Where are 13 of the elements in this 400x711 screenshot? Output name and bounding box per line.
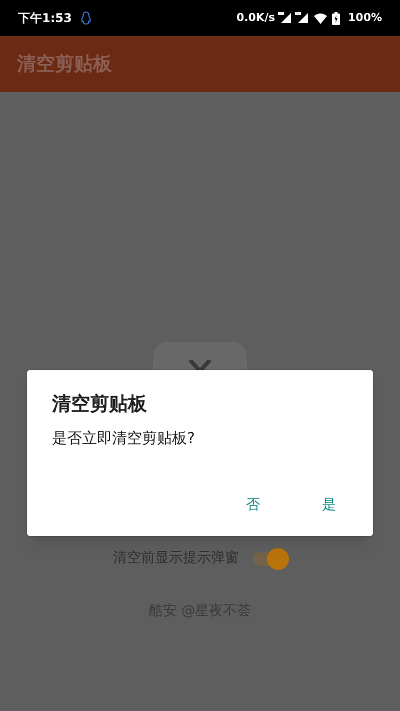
signal-icon (295, 12, 310, 24)
wifi-icon (314, 12, 328, 24)
dialog-button[interactable]: 否 (222, 489, 284, 522)
battery-level: 100% (348, 10, 382, 26)
dialog-title: 清空剪贴板 (52, 392, 148, 417)
clock: 下午1:53 (18, 10, 72, 27)
app-title: 清空剪贴板 (17, 52, 112, 77)
dialog-button[interactable]: 是 (298, 489, 360, 522)
penguin-icon (80, 11, 92, 25)
network-speed: 0.0K/s (236, 10, 276, 26)
dialog-message: 是否立即清空剪贴板? (52, 428, 196, 448)
signal-icon (278, 12, 292, 24)
battery-icon (332, 12, 340, 24)
